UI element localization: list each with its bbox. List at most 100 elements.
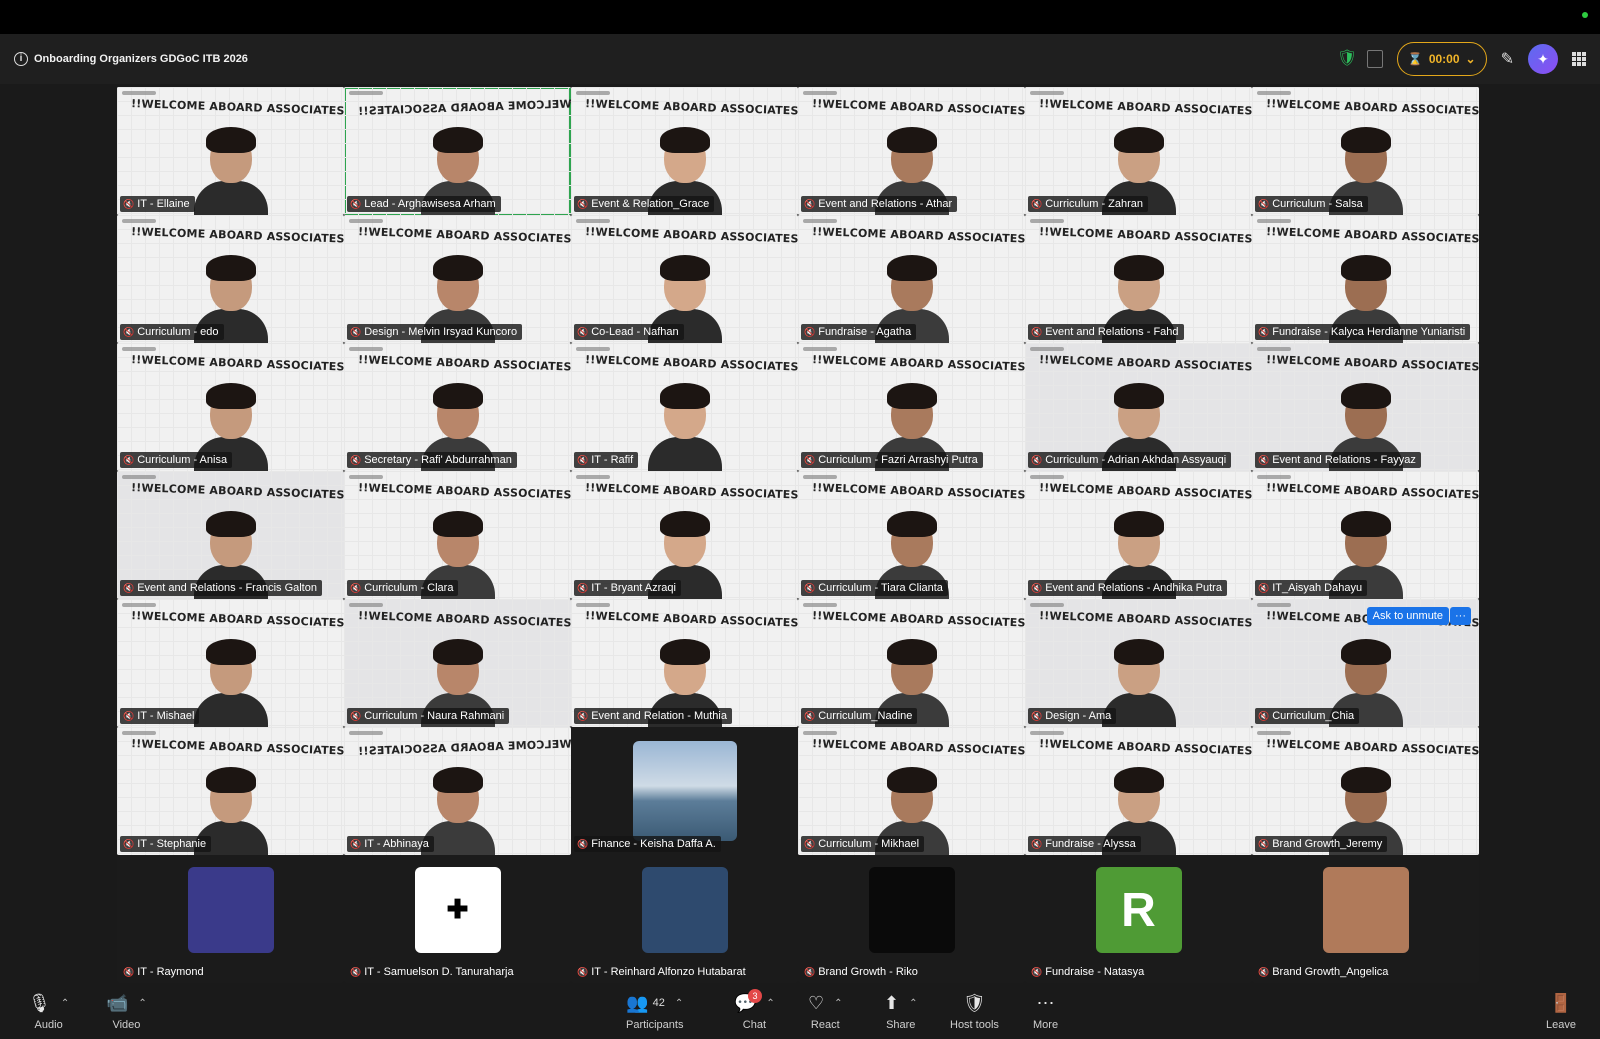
- react-label: React: [810, 1019, 840, 1031]
- participant-tile[interactable]: !!WELCOME ABOARD ASSOCIATES!!🔇Curriculum…: [798, 599, 1025, 727]
- participant-tile[interactable]: !!WELCOME ABOARD ASSOCIATES!! 🔇 IT - Ellai…: [117, 87, 344, 215]
- annotate-pencil-icon[interactable]: ✎: [1501, 49, 1514, 69]
- participant-tile[interactable]: !!WELCOME ABOARD ASSOCIATES!! 🔇 Event and …: [1025, 215, 1252, 343]
- participant-tile[interactable]: !!WELCOME ABOARD ASSOCIATES!! 🔇 Fundraise …: [1025, 727, 1252, 855]
- participant-tile[interactable]: !!WELCOME ABOARD ASSOCIATES!!🔇Curriculum…: [344, 599, 571, 727]
- mic-muted-icon: 🔇: [1031, 838, 1043, 849]
- ask-to-unmute-button[interactable]: Ask to unmute: [1366, 607, 1449, 625]
- more-button[interactable]: ⋯ More: [1033, 991, 1059, 1032]
- participant-tile[interactable]: !!WELCOME ABOARD ASSOCIATES!! 🔇 Lead - Arg…: [344, 87, 571, 215]
- meeting-timer[interactable]: ⌛ 00:00 ⌄: [1396, 42, 1487, 76]
- mic-muted-icon: 🔇: [577, 326, 589, 337]
- mic-muted-icon: 🔇: [577, 198, 589, 209]
- tile-more-options-button[interactable]: ···: [1450, 607, 1471, 625]
- participant-tile[interactable]: 🔇 IT - Reinhard Alfonzo Hutabarat: [571, 855, 798, 983]
- leave-door-icon: 🚪: [1549, 992, 1573, 1013]
- more-dots-icon: ⋯: [1036, 992, 1055, 1013]
- participant-tile[interactable]: !!WELCOME ABOARD ASSOCIATES!! 🔇 Design - M…: [344, 215, 571, 343]
- participant-tile[interactable]: !!WELCOME ABOARD ASSOCIATES!! 🔇 Fundraise …: [1252, 215, 1479, 343]
- participant-tile[interactable]: !!WELCOME ABOARD ASSOCIATES!! 🔇 Event and …: [1025, 471, 1252, 599]
- participant-name-label: 🔇 IT_Aisyah Dahayu: [1255, 580, 1368, 596]
- notes-icon[interactable]: [1366, 50, 1383, 68]
- mic-muted-icon: 🔇: [577, 838, 589, 849]
- chat-button[interactable]: 💬 3 ⌃ Chat: [734, 989, 775, 1031]
- gallery-view-icon[interactable]: [1572, 52, 1586, 66]
- participant-tile[interactable]: !!WELCOME ABOARD ASSOCIATES!!🔇Curriculum…: [1252, 87, 1479, 215]
- mic-muted-icon: 🔇: [577, 582, 589, 593]
- participant-video: [193, 119, 268, 215]
- leave-button[interactable]: 🚪 Leave: [1546, 991, 1576, 1032]
- video-button[interactable]: 📹 ⌃ Video: [106, 991, 147, 1032]
- video-label: Video: [112, 1019, 141, 1031]
- info-icon[interactable]: i: [14, 52, 28, 66]
- participant-name-label: 🔇 Curriculum - Salsa: [1255, 196, 1368, 212]
- host-tools-button[interactable]: 🛡 Host tools: [950, 991, 999, 1032]
- participant-tile[interactable]: R 🔇 Fundraise - Natasya: [1025, 855, 1252, 983]
- participant-name-label: 🔇 Brand Growth_Angelica: [1258, 966, 1389, 978]
- participants-label: Participants: [626, 1019, 684, 1031]
- mic-muted-icon: 🔇: [350, 838, 362, 849]
- participant-tile[interactable]: !!WELCOME ABOARD ASSOCIATES!! 🔇 Co-Lead - …: [571, 215, 798, 343]
- participant-name-label: 🔇 IT - Raymond: [123, 966, 204, 978]
- mic-muted-icon: 🔇: [1031, 966, 1043, 977]
- chevron-up-icon[interactable]: ⌃: [834, 998, 842, 1009]
- mic-muted-icon: 🔇: [350, 454, 362, 465]
- participants-button[interactable]: 👥 42 ⌃ Participants: [626, 991, 684, 1032]
- share-button[interactable]: ⬆ ⌃ Share: [884, 991, 917, 1032]
- participant-tile[interactable]: !!WELCOME ABOARD ASSOCIATES!!🔇Curriculum…: [1025, 343, 1252, 471]
- participant-tile[interactable]: 🔇 Brand Growth - Riko: [798, 855, 1025, 983]
- participant-tile[interactable]: 🔇 Finance - Keisha Daffa A.: [571, 727, 798, 855]
- chevron-up-icon[interactable]: ⌃: [61, 998, 69, 1009]
- more-label: More: [1033, 1019, 1059, 1031]
- security-shield-icon[interactable]: 🛡: [1337, 50, 1357, 68]
- chevron-up-icon[interactable]: ⌃: [675, 998, 683, 1009]
- chevron-up-icon[interactable]: ⌃: [909, 998, 917, 1009]
- system-top-bar: [0, 0, 1600, 34]
- participant-name-label: 🔇 Curriculum - Fazri Arrashyi Putra: [801, 452, 983, 468]
- participant-tile[interactable]: 🔇 IT - Raymond: [117, 855, 344, 983]
- chevron-up-icon[interactable]: ⌃: [766, 998, 774, 1009]
- participant-tile[interactable]: !!WELCOME ABOARD ASSOCIATES!! 🔇 Brand Grow…: [1252, 727, 1479, 855]
- participant-tile[interactable]: !!WELCOME ABOARD ASSOCIATES!! 🔇 IT - Rafif: [571, 343, 798, 471]
- participant-tile[interactable]: !!WELCOME ABOARD ASSOCIATES!!🔇Curriculum…: [344, 471, 571, 599]
- participant-tile[interactable]: !!WELCOME ABOARD ASSOCIATES!! 🔇 IT - Bryan…: [571, 471, 798, 599]
- participant-tile[interactable]: !!WELCOME ABOARD ASSOCIATES!! 🔇 IT - Abhin…: [344, 727, 571, 855]
- profile-logo: ✚: [414, 867, 501, 953]
- meeting-toolbar: 🎙 ⌃ Audio 📹 ⌃ Video 👥 42 ⌃ Participants 💬 3 ⌃ …: [0, 985, 1600, 1039]
- participant-tile[interactable]: !!WELCOME ABOARD ASSOCIATES!! 🔇 Event and …: [1252, 343, 1479, 471]
- participant-tile[interactable]: !!WELCOME ABOARD ASSOCIATES!! 🔇 IT - Misha…: [117, 599, 344, 727]
- participant-tile[interactable]: !!WELCOME ABOARD ASSOCIATES!! 🔇 IT_Aisyah …: [1252, 471, 1479, 599]
- participant-tile[interactable]: !!WELCOME ABOARD ASSOCIATES!! 🔇 Secretary …: [344, 343, 571, 471]
- participant-tile[interactable]: !!WELCOME ABOARD ASSOCIATES!!🔇Curriculum…: [798, 343, 1025, 471]
- react-button[interactable]: ♡ ⌃ React: [808, 991, 843, 1032]
- participant-name-label: 🔇 Event and Relation - Muthia: [574, 708, 732, 724]
- participant-tile[interactable]: !!WELCOME ABOARD ASSOCIATES!! 🔇 Design - A…: [1025, 599, 1252, 727]
- host-tools-label: Host tools: [950, 1019, 999, 1031]
- audio-button[interactable]: 🎙 ⌃ Audio: [28, 991, 69, 1032]
- participant-tile[interactable]: !!WELCOME ABOARD ASSOCIATES!!🔇Curriculum…: [1252, 599, 1479, 727]
- participant-name-label: 🔇 Event and Relations - Andhika Putra: [1028, 580, 1227, 596]
- participant-tile[interactable]: !!WELCOME ABOARD ASSOCIATES!! 🔇 Event and …: [117, 471, 344, 599]
- participant-tile[interactable]: !!WELCOME ABOARD ASSOCIATES!! 🔇 Event and …: [798, 87, 1025, 215]
- video-gallery: !!WELCOME ABOARD ASSOCIATES!! 🔇 IT - Ellai…: [117, 87, 1482, 983]
- participant-tile[interactable]: !!WELCOME ABOARD ASSOCIATES!!🔇Curriculum…: [1025, 87, 1252, 215]
- participant-name-label: 🔇 Curriculum - Mikhael: [801, 836, 925, 852]
- participant-name-label: 🔇 IT - Stephanie: [120, 836, 212, 852]
- participant-name-label: 🔇 Curriculum - Tiara Clianta: [801, 580, 948, 596]
- participant-tile[interactable]: ✚ 🔇 IT - Samuelson D. Tanuraharja: [344, 855, 571, 983]
- participant-tile[interactable]: !!WELCOME ABOARD ASSOCIATES!!🔇Curriculum…: [798, 727, 1025, 855]
- participant-tile[interactable]: !!WELCOME ABOARD ASSOCIATES!!🔇Curriculum…: [798, 471, 1025, 599]
- participant-tile[interactable]: !!WELCOME ABOARD ASSOCIATES!! 🔇 Event and …: [571, 599, 798, 727]
- ai-companion-button[interactable]: ✦: [1528, 44, 1558, 74]
- participant-tile[interactable]: !!WELCOME ABOARD ASSOCIATES!!🔇Curriculum…: [117, 343, 344, 471]
- host-shield-icon: 🛡: [963, 992, 986, 1013]
- participant-tile[interactable]: !!WELCOME ABOARD ASSOCIATES!! 🔇 Event & Re…: [571, 87, 798, 215]
- participant-tile[interactable]: !!WELCOME ABOARD ASSOCIATES!! 🔇 Fundraise …: [798, 215, 1025, 343]
- participant-tile[interactable]: 🔇 Brand Growth_Angelica: [1252, 855, 1479, 983]
- chevron-up-icon[interactable]: ⌃: [138, 998, 146, 1009]
- participant-name-label: 🔇 Secretary - Rafi' Abdurrahman: [347, 452, 517, 468]
- mic-muted-icon: 🔇: [1031, 582, 1043, 593]
- participants-icon: 👥: [626, 992, 649, 1013]
- participant-tile[interactable]: !!WELCOME ABOARD ASSOCIATES!! 🔇 IT - Steph…: [117, 727, 344, 855]
- participant-tile[interactable]: !!WELCOME ABOARD ASSOCIATES!!🔇Curriculum…: [117, 215, 344, 343]
